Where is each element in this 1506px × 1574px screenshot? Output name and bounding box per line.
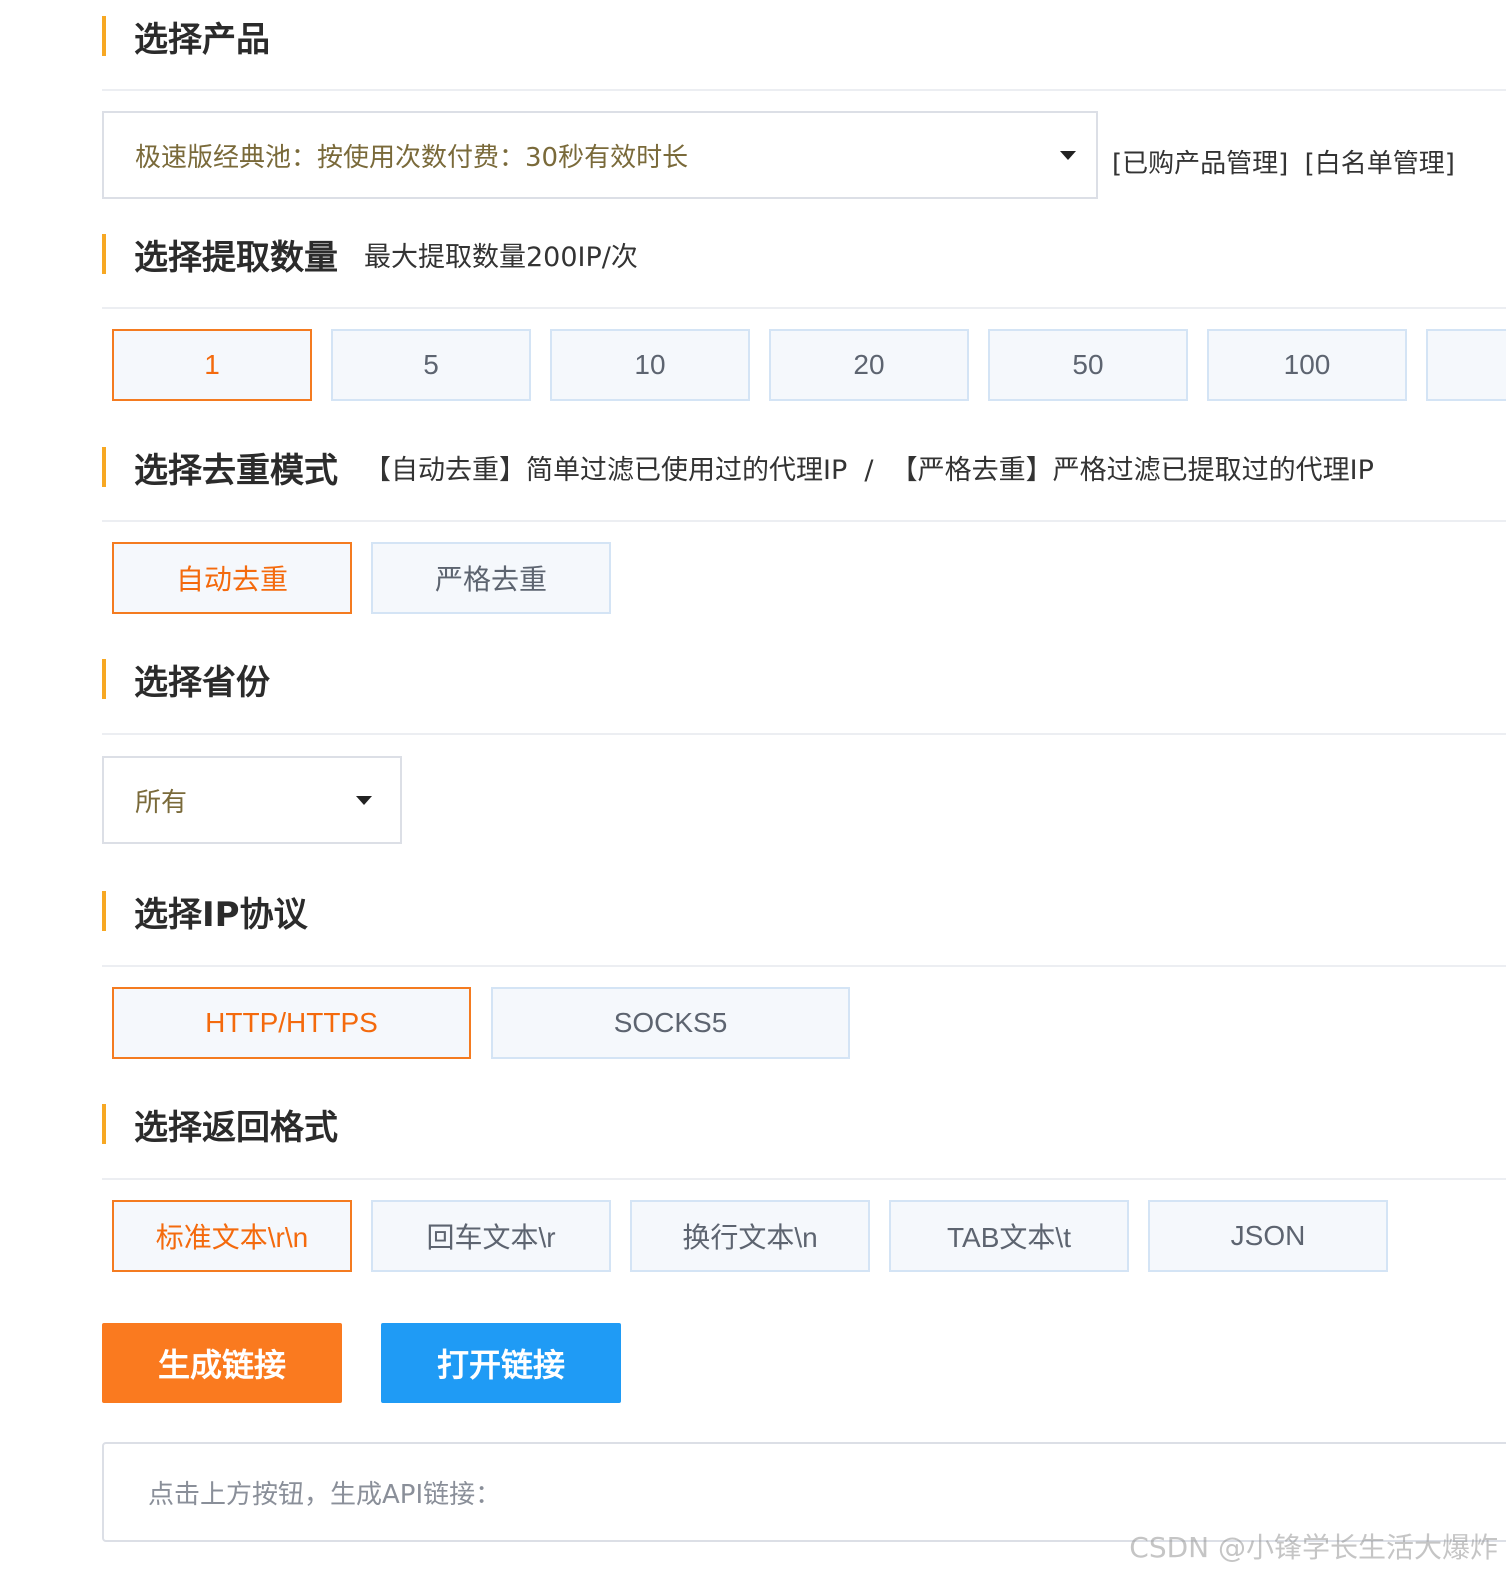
section-product-header: 选择产品	[102, 16, 270, 60]
divider	[102, 733, 1506, 735]
section-title: 选择IP协议	[134, 894, 308, 935]
product-select[interactable]: 极速版经典池：按使用次数付费：30秒有效时长	[102, 111, 1098, 199]
format-option[interactable]: 换行文本\n	[630, 1200, 870, 1272]
purchased-products-link[interactable]: [已购产品管理]	[1112, 149, 1288, 179]
open-link-button[interactable]: 打开链接	[381, 1323, 621, 1403]
quantity-option[interactable]: 20	[769, 329, 969, 401]
quantity-option[interactable]: 5	[331, 329, 531, 401]
quantity-option-partial[interactable]	[1426, 329, 1506, 401]
divider	[102, 89, 1506, 91]
section-accent-bar	[102, 1104, 106, 1144]
section-accent-bar	[102, 891, 106, 931]
quantity-option[interactable]: 10	[550, 329, 750, 401]
divider	[102, 307, 1506, 309]
product-select-value: 极速版经典池：按使用次数付费：30秒有效时长	[135, 142, 689, 173]
api-link-placeholder: 点击上方按钮，生成API链接：	[148, 1479, 502, 1510]
quantity-hint: 最大提取数量200IP/次	[364, 241, 638, 273]
province-select[interactable]: 所有	[102, 756, 402, 844]
dedup-hint: 【自动去重】简单过滤已使用过的代理IP / 【严格去重】严格过滤已提取过的代理I…	[364, 454, 1374, 486]
protocol-option-http[interactable]: HTTP/HTTPS	[112, 987, 471, 1059]
dedup-option-strict[interactable]: 严格去重	[371, 542, 611, 614]
section-format-header: 选择返回格式	[102, 1104, 338, 1148]
dedup-option-auto[interactable]: 自动去重	[112, 542, 352, 614]
format-option[interactable]: JSON	[1148, 1200, 1388, 1272]
quantity-option[interactable]: 100	[1207, 329, 1407, 401]
section-accent-bar	[102, 234, 106, 274]
section-dedup-header: 选择去重模式 【自动去重】简单过滤已使用过的代理IP / 【严格去重】严格过滤已…	[102, 447, 1374, 491]
section-title: 选择省份	[134, 662, 270, 703]
section-accent-bar	[102, 16, 106, 56]
divider	[102, 965, 1506, 967]
quantity-option[interactable]: 50	[988, 329, 1188, 401]
chevron-down-icon	[356, 796, 372, 805]
section-protocol-header: 选择IP协议	[102, 891, 308, 935]
protocol-option-socks5[interactable]: SOCKS5	[491, 987, 850, 1059]
format-option[interactable]: 回车文本\r	[371, 1200, 611, 1272]
section-province-header: 选择省份	[102, 659, 270, 703]
generate-link-button[interactable]: 生成链接	[102, 1323, 342, 1403]
watermark: CSDN @小锋学长生活大爆炸	[1129, 1531, 1498, 1564]
section-title: 选择返回格式	[134, 1107, 338, 1148]
management-links: [已购产品管理] [白名单管理]	[1112, 143, 1455, 180]
section-title: 选择提取数量	[134, 237, 338, 278]
quantity-option[interactable]: 1	[112, 329, 312, 401]
chevron-down-icon	[1060, 151, 1076, 160]
section-accent-bar	[102, 659, 106, 699]
section-accent-bar	[102, 447, 106, 487]
section-quantity-header: 选择提取数量 最大提取数量200IP/次	[102, 234, 638, 278]
divider	[102, 1178, 1506, 1180]
format-option[interactable]: 标准文本\r\n	[112, 1200, 352, 1272]
section-title: 选择去重模式	[134, 450, 338, 491]
whitelist-link[interactable]: [白名单管理]	[1305, 149, 1455, 179]
province-select-value: 所有	[135, 787, 188, 818]
divider	[102, 520, 1506, 522]
section-title: 选择产品	[134, 19, 270, 60]
format-option[interactable]: TAB文本\t	[889, 1200, 1129, 1272]
